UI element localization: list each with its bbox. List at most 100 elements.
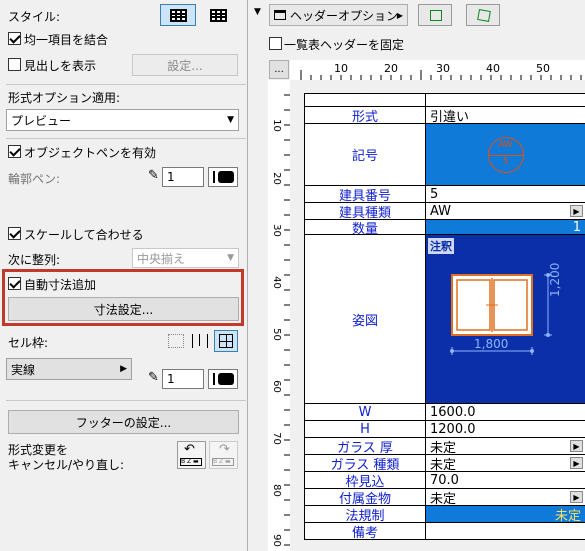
table-row[interactable]: 記号 AW 5 bbox=[305, 124, 585, 186]
table-row[interactable]: 枠見込 70.0 bbox=[305, 472, 585, 490]
row-label: 姿図 bbox=[305, 235, 426, 403]
redo-preview-icon: B Z ▬ bbox=[212, 458, 234, 466]
outline-pen-value: 1 bbox=[167, 170, 175, 184]
chevron-down-icon: ▼ bbox=[227, 253, 234, 263]
ruler-tick-label: 90 bbox=[270, 534, 282, 547]
table-row[interactable]: H 1200.0 bbox=[305, 421, 585, 438]
row-value: 未定 bbox=[430, 491, 457, 507]
ruler-tick-label: 70 bbox=[270, 432, 282, 445]
row-label: ガラス 厚 bbox=[305, 438, 426, 456]
heading-label: 見出しを表示 bbox=[24, 59, 97, 73]
row-value: 未定 bbox=[554, 508, 581, 524]
ruler-tick-label: 50 bbox=[270, 328, 282, 341]
row-label: 法規制 bbox=[305, 506, 426, 524]
ruler-tick-label: 30 bbox=[270, 224, 282, 237]
table-row[interactable]: ガラス 厚 未定 ▶ bbox=[305, 438, 585, 456]
chevron-right-icon[interactable]: ▶ bbox=[570, 205, 583, 217]
row-label: 備考 bbox=[305, 523, 426, 541]
chevron-right-icon: ▶ bbox=[120, 364, 127, 374]
horizontal-ruler: 10 20 30 40 50 bbox=[290, 60, 585, 80]
ruler-tick-label: 10 bbox=[334, 62, 348, 75]
format-option-select[interactable]: プレビュー ▼ bbox=[6, 109, 239, 131]
fix-header-checkbox[interactable] bbox=[269, 37, 282, 50]
ruler-tick-label: 10 bbox=[270, 119, 282, 132]
frame-vertical-icon[interactable] bbox=[192, 334, 208, 348]
ruler-tick-label: 40 bbox=[270, 276, 282, 289]
outline-pen-swatch[interactable] bbox=[208, 167, 238, 187]
scale-fit-checkbox[interactable] bbox=[8, 227, 21, 240]
vertical-ruler: 10 20 30 40 50 60 70 80 90 bbox=[268, 80, 290, 551]
row-label: 形式 bbox=[305, 107, 426, 125]
align-label: 次に整列: bbox=[8, 253, 61, 267]
row-label: 付属金物 bbox=[305, 489, 426, 507]
table-row[interactable]: ガラス 種類 未定 ▶ bbox=[305, 455, 585, 473]
row-value: 1600.0 bbox=[430, 404, 476, 420]
style-grid-button-selected[interactable] bbox=[160, 4, 196, 26]
align-select[interactable]: 中央揃え ▼ bbox=[132, 248, 239, 268]
format-option-label: 形式オプション適用: bbox=[8, 91, 121, 105]
fix-header-label: 一覧表ヘッダーを固定 bbox=[284, 38, 405, 52]
scale-fit-label: スケールして合わせる bbox=[24, 228, 144, 242]
line-pen-swatch[interactable] bbox=[208, 369, 238, 389]
footer-settings-button[interactable]: フッターの設定... bbox=[8, 410, 239, 434]
frame-none-icon[interactable] bbox=[168, 334, 184, 348]
frame-rotate-button[interactable] bbox=[466, 4, 500, 26]
row-value: 70.0 bbox=[430, 472, 459, 488]
line-type-select[interactable]: 実線 ▶ bbox=[6, 358, 132, 380]
auto-dim-checkbox[interactable] bbox=[8, 277, 21, 290]
redo-icon: ↷ bbox=[219, 442, 230, 457]
frame-all-icon bbox=[219, 334, 233, 348]
undo-preview-icon: B Z ▬ bbox=[180, 458, 202, 466]
chevron-down-icon: ▼ bbox=[227, 115, 234, 125]
heading-checkbox[interactable] bbox=[8, 58, 21, 71]
chevron-right-icon[interactable]: ▶ bbox=[570, 491, 583, 503]
line-pen-value: 1 bbox=[167, 372, 175, 386]
line-type-value: 実線 bbox=[11, 362, 36, 377]
undo-label-line2: キャンセル/やり直し: bbox=[8, 458, 125, 472]
table-row[interactable]: 形式 引違い bbox=[305, 107, 585, 125]
chevron-right-icon: ▶ bbox=[396, 10, 403, 20]
dim-width-label: 1,800 bbox=[474, 337, 509, 351]
outline-pen-field[interactable]: 1 bbox=[162, 167, 204, 187]
row-value: 未定 bbox=[430, 457, 457, 473]
schedule-table: 形式 引違い 記号 AW 5 建具番号 5 建具種類 AW ▶ 数量 1 姿図 注… bbox=[304, 93, 585, 541]
ruler-options-button[interactable]: ... bbox=[269, 60, 289, 79]
outline-pen-label: 輪郭ペン: bbox=[8, 172, 61, 186]
frame-select-button[interactable] bbox=[418, 4, 452, 26]
chevron-right-icon[interactable]: ▶ bbox=[570, 440, 583, 452]
header-option-button[interactable]: ヘッダーオプション ▶ bbox=[269, 4, 408, 26]
row-value: 引違い bbox=[430, 109, 470, 125]
symbol-bottom-text: 5 bbox=[502, 156, 509, 167]
object-pen-checkbox[interactable] bbox=[8, 145, 21, 158]
panel-collapse-icon[interactable]: ▼ bbox=[254, 7, 261, 17]
undo-button[interactable]: ↶ B Z ▬ bbox=[177, 441, 206, 469]
table-row[interactable]: 備考 bbox=[305, 523, 585, 541]
table-plain-icon bbox=[210, 9, 227, 22]
line-pen-field[interactable]: 1 bbox=[162, 369, 204, 389]
table-row[interactable]: W 1600.0 bbox=[305, 404, 585, 421]
object-pen-label: オブジェクトペンを有効 bbox=[24, 146, 157, 160]
row-label: 枠見込 bbox=[305, 472, 426, 490]
symbol-top-text: AW bbox=[498, 139, 513, 150]
dim-height-label: 1,200 bbox=[548, 262, 562, 297]
row-label: W bbox=[305, 404, 426, 420]
ruler-tick-label: 30 bbox=[436, 62, 450, 75]
style-label: スタイル: bbox=[8, 10, 61, 24]
chevron-right-icon[interactable]: ▶ bbox=[570, 457, 583, 469]
style-grid-button[interactable] bbox=[200, 4, 236, 26]
dim-settings-button[interactable]: 寸法設定... bbox=[8, 297, 239, 321]
redo-button[interactable]: ↷ B Z ▬ bbox=[209, 441, 238, 469]
table-row[interactable]: 付属金物 未定 ▶ bbox=[305, 489, 585, 507]
table-row[interactable]: 法規制 未定 bbox=[305, 506, 585, 524]
table-row[interactable]: 建具種類 AW ▶ bbox=[305, 203, 585, 221]
table-row[interactable]: 数量 1 bbox=[305, 220, 585, 237]
settings-button[interactable]: 設定... bbox=[132, 54, 238, 76]
pen-icon: ✎ bbox=[148, 168, 159, 183]
row-value: 1200.0 bbox=[430, 421, 476, 437]
ruler-tick-label: 20 bbox=[384, 62, 398, 75]
row-label: 数量 bbox=[305, 220, 426, 237]
table-row[interactable]: 姿図 注釈 1,800 1,200 bbox=[305, 235, 585, 404]
table-row[interactable]: 建具番号 5 bbox=[305, 186, 585, 204]
frame-all-button[interactable] bbox=[214, 330, 238, 352]
merge-checkbox[interactable] bbox=[8, 32, 21, 45]
